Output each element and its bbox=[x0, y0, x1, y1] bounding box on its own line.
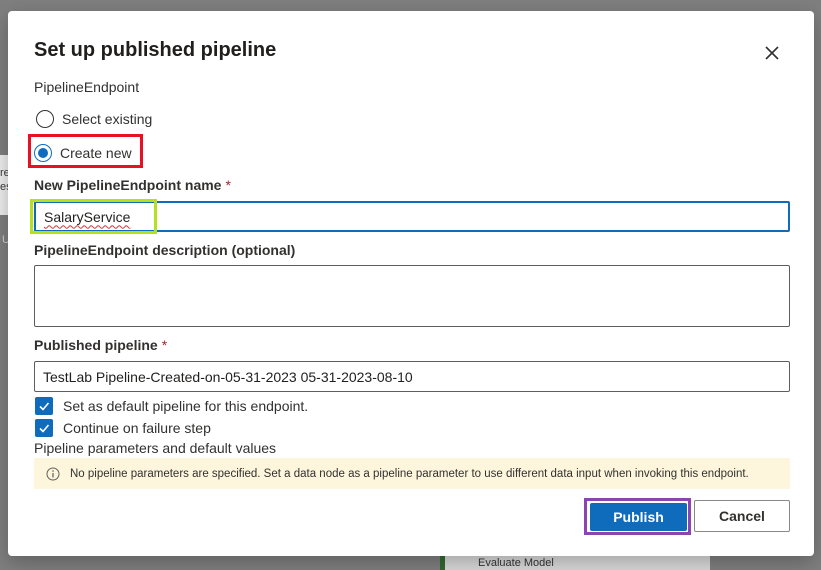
cancel-button[interactable]: Cancel bbox=[694, 500, 790, 532]
publish-button[interactable]: Publish bbox=[590, 503, 687, 531]
endpoint-name-value: SalaryService bbox=[44, 208, 131, 225]
section-label: PipelineEndpoint bbox=[34, 79, 140, 95]
radio-circle bbox=[36, 110, 54, 128]
radio-circle bbox=[34, 144, 52, 162]
publish-pipeline-dialog: Set up published pipeline PipelineEndpoi… bbox=[8, 11, 814, 556]
checkbox-label: Set as default pipeline for this endpoin… bbox=[63, 398, 309, 414]
description-textarea[interactable] bbox=[34, 265, 790, 327]
checkbox-continue-on-failure[interactable]: Continue on failure step bbox=[35, 419, 211, 437]
published-pipeline-value: TestLab Pipeline-Created-on-05-31-2023 0… bbox=[43, 368, 413, 385]
radio-create-new[interactable]: Create new bbox=[34, 144, 132, 162]
checkbox-box bbox=[35, 419, 53, 437]
required-mark: * bbox=[225, 177, 231, 193]
pipeline-field-label: Published pipeline * bbox=[34, 337, 167, 353]
published-pipeline-select[interactable]: TestLab Pipeline-Created-on-05-31-2023 0… bbox=[34, 361, 790, 392]
radio-label: Create new bbox=[60, 145, 132, 161]
endpoint-name-input[interactable]: SalaryService bbox=[34, 201, 790, 232]
checkmark-icon bbox=[39, 402, 50, 411]
close-icon bbox=[765, 46, 779, 60]
pipeline-field-label-text: Published pipeline bbox=[34, 337, 158, 353]
close-button[interactable] bbox=[760, 41, 784, 65]
dialog-title: Set up published pipeline bbox=[34, 39, 277, 61]
radio-select-existing[interactable]: Select existing bbox=[36, 110, 152, 128]
info-icon bbox=[46, 467, 60, 480]
name-field-label: New PipelineEndpoint name * bbox=[34, 177, 231, 193]
info-bar: No pipeline parameters are specified. Se… bbox=[34, 458, 790, 489]
radio-dot bbox=[38, 148, 48, 158]
required-mark: * bbox=[161, 337, 168, 353]
info-message: No pipeline parameters are specified. Se… bbox=[70, 467, 749, 480]
radio-label: Select existing bbox=[62, 111, 153, 127]
checkbox-label: Continue on failure step bbox=[63, 420, 211, 436]
description-field-label: PipelineEndpoint description (optional) bbox=[34, 242, 296, 258]
checkbox-default-pipeline[interactable]: Set as default pipeline for this endpoin… bbox=[35, 397, 308, 415]
background-node-label: Evaluate Model bbox=[478, 557, 554, 569]
name-field-label-text: New PipelineEndpoint name bbox=[34, 177, 222, 193]
params-label: Pipeline parameters and default values bbox=[34, 440, 277, 456]
checkmark-icon bbox=[39, 424, 50, 433]
checkbox-box bbox=[35, 397, 53, 415]
